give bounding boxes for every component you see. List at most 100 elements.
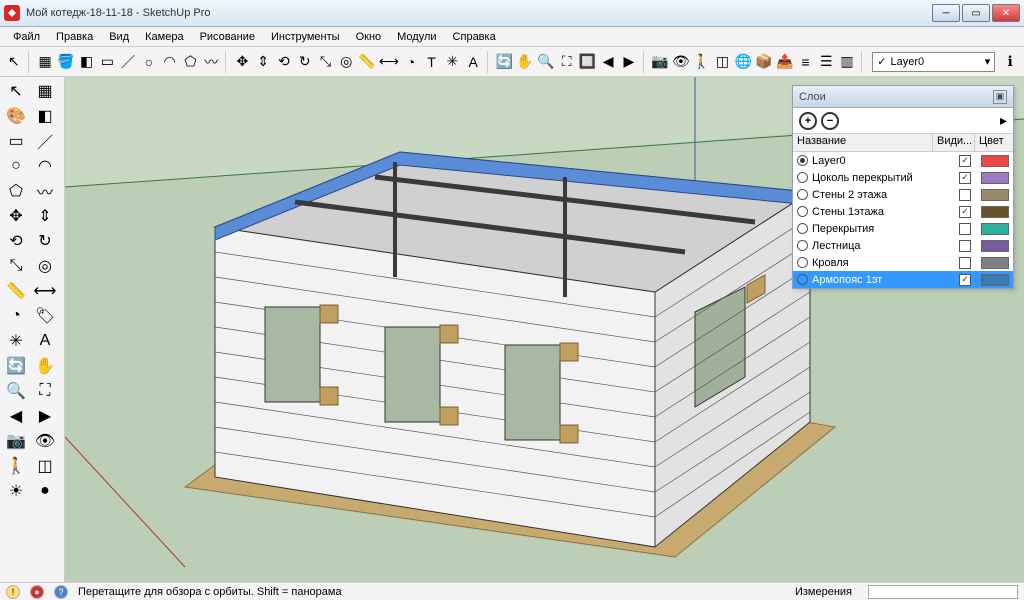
look-icon[interactable]: 👁: [31, 429, 59, 453]
zoom-extents-icon[interactable]: ⛶: [31, 379, 59, 403]
layer-visible-checkbox[interactable]: [959, 257, 971, 269]
component-icon[interactable]: ▦: [31, 79, 59, 103]
layers-icon[interactable]: ☰: [816, 50, 836, 74]
zoom-icon[interactable]: 🔍: [2, 379, 30, 403]
rotate-red-icon[interactable]: ⟲: [2, 229, 30, 253]
status-info-icon[interactable]: !: [6, 585, 20, 599]
push-pull-green-icon[interactable]: ⇕: [31, 204, 59, 228]
layer-active-radio[interactable]: [797, 189, 808, 200]
layers-header-visible[interactable]: Види...: [933, 134, 975, 151]
polygon-icon[interactable]: ⬠: [181, 50, 201, 74]
layer-row[interactable]: Цоколь перекрытий: [793, 169, 1013, 186]
offset-icon[interactable]: ◎: [31, 254, 59, 278]
status-help-icon[interactable]: ?: [54, 585, 68, 599]
zoom-extents-icon[interactable]: ⛶: [557, 50, 577, 74]
section-icon[interactable]: ◫: [31, 454, 59, 478]
make-component-icon[interactable]: ▦: [35, 50, 55, 74]
look-around-icon[interactable]: 👁: [671, 50, 691, 74]
text-icon[interactable]: T: [422, 50, 442, 74]
layers-menu-icon[interactable]: ▸: [1000, 112, 1007, 129]
layer-color-swatch[interactable]: [981, 189, 1009, 201]
polygon-icon[interactable]: ⬠: [2, 179, 30, 203]
camera-pos-icon[interactable]: 📷: [2, 429, 30, 453]
circle-icon[interactable]: ○: [2, 154, 30, 178]
arc-icon[interactable]: ◠: [31, 154, 59, 178]
layer-row[interactable]: Layer0: [793, 152, 1013, 169]
text-label-icon[interactable]: 🏷: [31, 304, 59, 328]
measurements-input[interactable]: [868, 585, 1018, 599]
select-icon[interactable]: ↖: [4, 50, 24, 74]
layer-row[interactable]: Армопояс 1эт: [793, 271, 1013, 288]
layers-header-name[interactable]: Название: [793, 134, 933, 151]
pan-icon[interactable]: ✋: [31, 354, 59, 378]
offset-icon[interactable]: ◎: [336, 50, 356, 74]
move-icon[interactable]: ✥: [233, 50, 253, 74]
layer-visible-checkbox[interactable]: [959, 155, 971, 167]
layer-row[interactable]: Стены 2 этажа: [793, 186, 1013, 203]
delete-layer-button[interactable]: −: [821, 112, 839, 130]
layer-visible-checkbox[interactable]: [959, 240, 971, 252]
maximize-button[interactable]: ▭: [962, 4, 990, 22]
layer-row[interactable]: Стены 1этажа: [793, 203, 1013, 220]
3d-text-icon[interactable]: A: [31, 329, 59, 353]
walk-icon[interactable]: 🚶: [2, 454, 30, 478]
layer-active-radio[interactable]: [797, 240, 808, 251]
rotate-icon[interactable]: ⟲: [274, 50, 294, 74]
menu-справка[interactable]: Справка: [446, 29, 503, 45]
rectangle-icon[interactable]: ▭: [97, 50, 117, 74]
zoom-window-icon[interactable]: 🔲: [577, 50, 597, 74]
layer-color-swatch[interactable]: [981, 257, 1009, 269]
menu-правка[interactable]: Правка: [49, 29, 100, 45]
menu-вид[interactable]: Вид: [102, 29, 136, 45]
freehand-icon[interactable]: 〰: [31, 179, 59, 203]
eraser-icon[interactable]: ◧: [31, 104, 59, 128]
layer-color-swatch[interactable]: [981, 223, 1009, 235]
layers-close-icon[interactable]: ▣: [993, 90, 1007, 104]
layer-visible-checkbox[interactable]: [959, 172, 971, 184]
status-user-icon[interactable]: ●: [30, 585, 44, 599]
next-view-icon[interactable]: ▶: [619, 50, 639, 74]
tape-icon[interactable]: 📏: [2, 279, 30, 303]
google-earth-icon[interactable]: 🌐: [733, 50, 753, 74]
follow-me-icon[interactable]: ↻: [295, 50, 315, 74]
menu-модули[interactable]: Модули: [390, 29, 443, 45]
layer-color-swatch[interactable]: [981, 240, 1009, 252]
layer-color-swatch[interactable]: [981, 155, 1009, 167]
next-icon[interactable]: ▶: [31, 404, 59, 428]
previous-view-icon[interactable]: ◀: [598, 50, 618, 74]
arc-icon[interactable]: ◠: [160, 50, 180, 74]
layer-row[interactable]: Лестница: [793, 237, 1013, 254]
push-pull-icon[interactable]: ⇕: [253, 50, 273, 74]
layer-color-swatch[interactable]: [981, 206, 1009, 218]
outliner-icon[interactable]: ≡: [796, 50, 816, 74]
sun-icon[interactable]: ☀: [2, 479, 30, 503]
layer-info-icon[interactable]: ℹ: [1000, 50, 1020, 74]
layers-panel-title[interactable]: Слои ▣: [793, 86, 1013, 108]
layer-active-radio[interactable]: [797, 206, 808, 217]
prev-icon[interactable]: ◀: [2, 404, 30, 428]
circle-icon[interactable]: ○: [139, 50, 159, 74]
line-icon[interactable]: ／: [118, 50, 138, 74]
minimize-button[interactable]: ─: [932, 4, 960, 22]
layer-visible-checkbox[interactable]: [959, 206, 971, 218]
layer-visible-checkbox[interactable]: [959, 189, 971, 201]
3d-text-icon[interactable]: A: [463, 50, 483, 74]
layer-dropdown[interactable]: ✓Layer0▾: [872, 52, 995, 72]
rectangle-icon[interactable]: ▭: [2, 129, 30, 153]
move-shapes-icon[interactable]: ✥: [2, 204, 30, 228]
layer-visible-checkbox[interactable]: [959, 223, 971, 235]
menu-камера[interactable]: Камера: [138, 29, 190, 45]
dimension-icon[interactable]: ⟷: [31, 279, 59, 303]
share-model-icon[interactable]: 📤: [775, 50, 795, 74]
orbit-icon[interactable]: 🔄: [2, 354, 30, 378]
layer-row[interactable]: Кровля: [793, 254, 1013, 271]
axes-icon[interactable]: ✳: [2, 329, 30, 353]
scale-icon[interactable]: ⤡: [2, 254, 30, 278]
layer-row[interactable]: Перекрытия: [793, 220, 1013, 237]
layer-active-radio[interactable]: [797, 257, 808, 268]
pan-icon[interactable]: ✋: [515, 50, 535, 74]
zoom-icon[interactable]: 🔍: [536, 50, 556, 74]
shadow-icon[interactable]: ●: [31, 479, 59, 503]
layers-header-color[interactable]: Цвет: [975, 134, 1013, 151]
menu-окно[interactable]: Окно: [349, 29, 389, 45]
